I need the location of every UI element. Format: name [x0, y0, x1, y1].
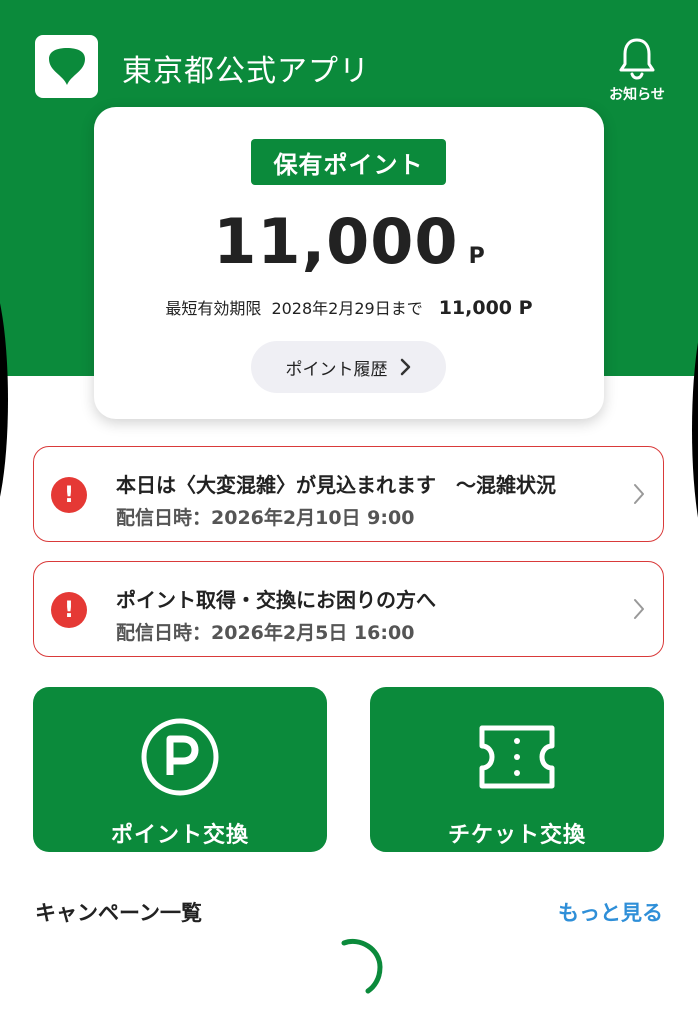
tile-icon-wrap: [140, 717, 220, 797]
exclamation-icon: !: [51, 477, 87, 513]
alert-item[interactable]: ! ポイント取得・交換にお困りの方へ 配信日時：2026年2月5日 16:00: [33, 561, 664, 657]
points-total: 11,000 P: [94, 205, 604, 278]
ticket-exchange-label: チケット交換: [447, 823, 586, 848]
expiry-row: 最短有効期限 2028年2月29日まで 11,000 P: [94, 295, 604, 319]
expiry-points: 11,000 P: [438, 297, 533, 319]
point-history-button[interactable]: ポイント履歴: [251, 341, 446, 393]
see-more-link[interactable]: もっと見る: [558, 897, 663, 927]
app-logo: [35, 35, 98, 98]
bell-icon: [619, 38, 655, 80]
points-exchange-label: ポイント交換: [110, 823, 249, 848]
expiry-label: 最短有効期限: [165, 299, 262, 318]
points-card: 保有ポイント 11,000 P 最短有効期限 2028年2月29日まで 11,0…: [94, 107, 604, 419]
ticket-icon: [479, 725, 555, 789]
points-number: 11,000: [213, 205, 459, 278]
tile-icon-wrap: [474, 717, 560, 797]
alert-title: ポイント取得・交換にお困りの方へ: [116, 588, 436, 612]
points-unit: P: [468, 244, 485, 269]
alert-date: 配信日時：2026年2月10日 9:00: [116, 507, 415, 529]
screen: 東京都公式アプリ お知らせ 保有ポイント 11,000 P 最短有効期限 202…: [0, 0, 698, 1024]
p-circle-icon: [141, 718, 219, 796]
point-history-label: ポイント履歴: [285, 359, 388, 380]
campaign-list-title: キャンペーン一覧: [35, 901, 202, 925]
chevron-right-icon: [634, 484, 644, 504]
points-badge: 保有ポイント: [251, 139, 446, 185]
notice-button[interactable]: お知らせ: [602, 36, 672, 104]
app-title: 東京都公式アプリ: [122, 54, 370, 89]
ticket-exchange-button[interactable]: チケット交換: [370, 687, 664, 852]
notice-label: お知らせ: [609, 87, 665, 103]
expiry-date: 2028年2月29日まで: [271, 299, 423, 318]
alert-item[interactable]: ! 本日は〈大変混雑〉が見込まれます ～混雑状況 配信日時：2026年2月10日…: [33, 446, 664, 542]
alert-title: 本日は〈大変混雑〉が見込まれます ～混雑状況: [116, 473, 556, 497]
exclamation-icon: !: [51, 592, 87, 628]
ginkgo-leaf-icon: [48, 47, 85, 85]
alert-date: 配信日時：2026年2月5日 16:00: [116, 622, 415, 644]
chevron-right-icon: [634, 599, 644, 619]
points-exchange-button[interactable]: ポイント交換: [33, 687, 327, 852]
loading-spinner-icon: [341, 939, 383, 994]
chevron-right-icon: [400, 358, 410, 376]
